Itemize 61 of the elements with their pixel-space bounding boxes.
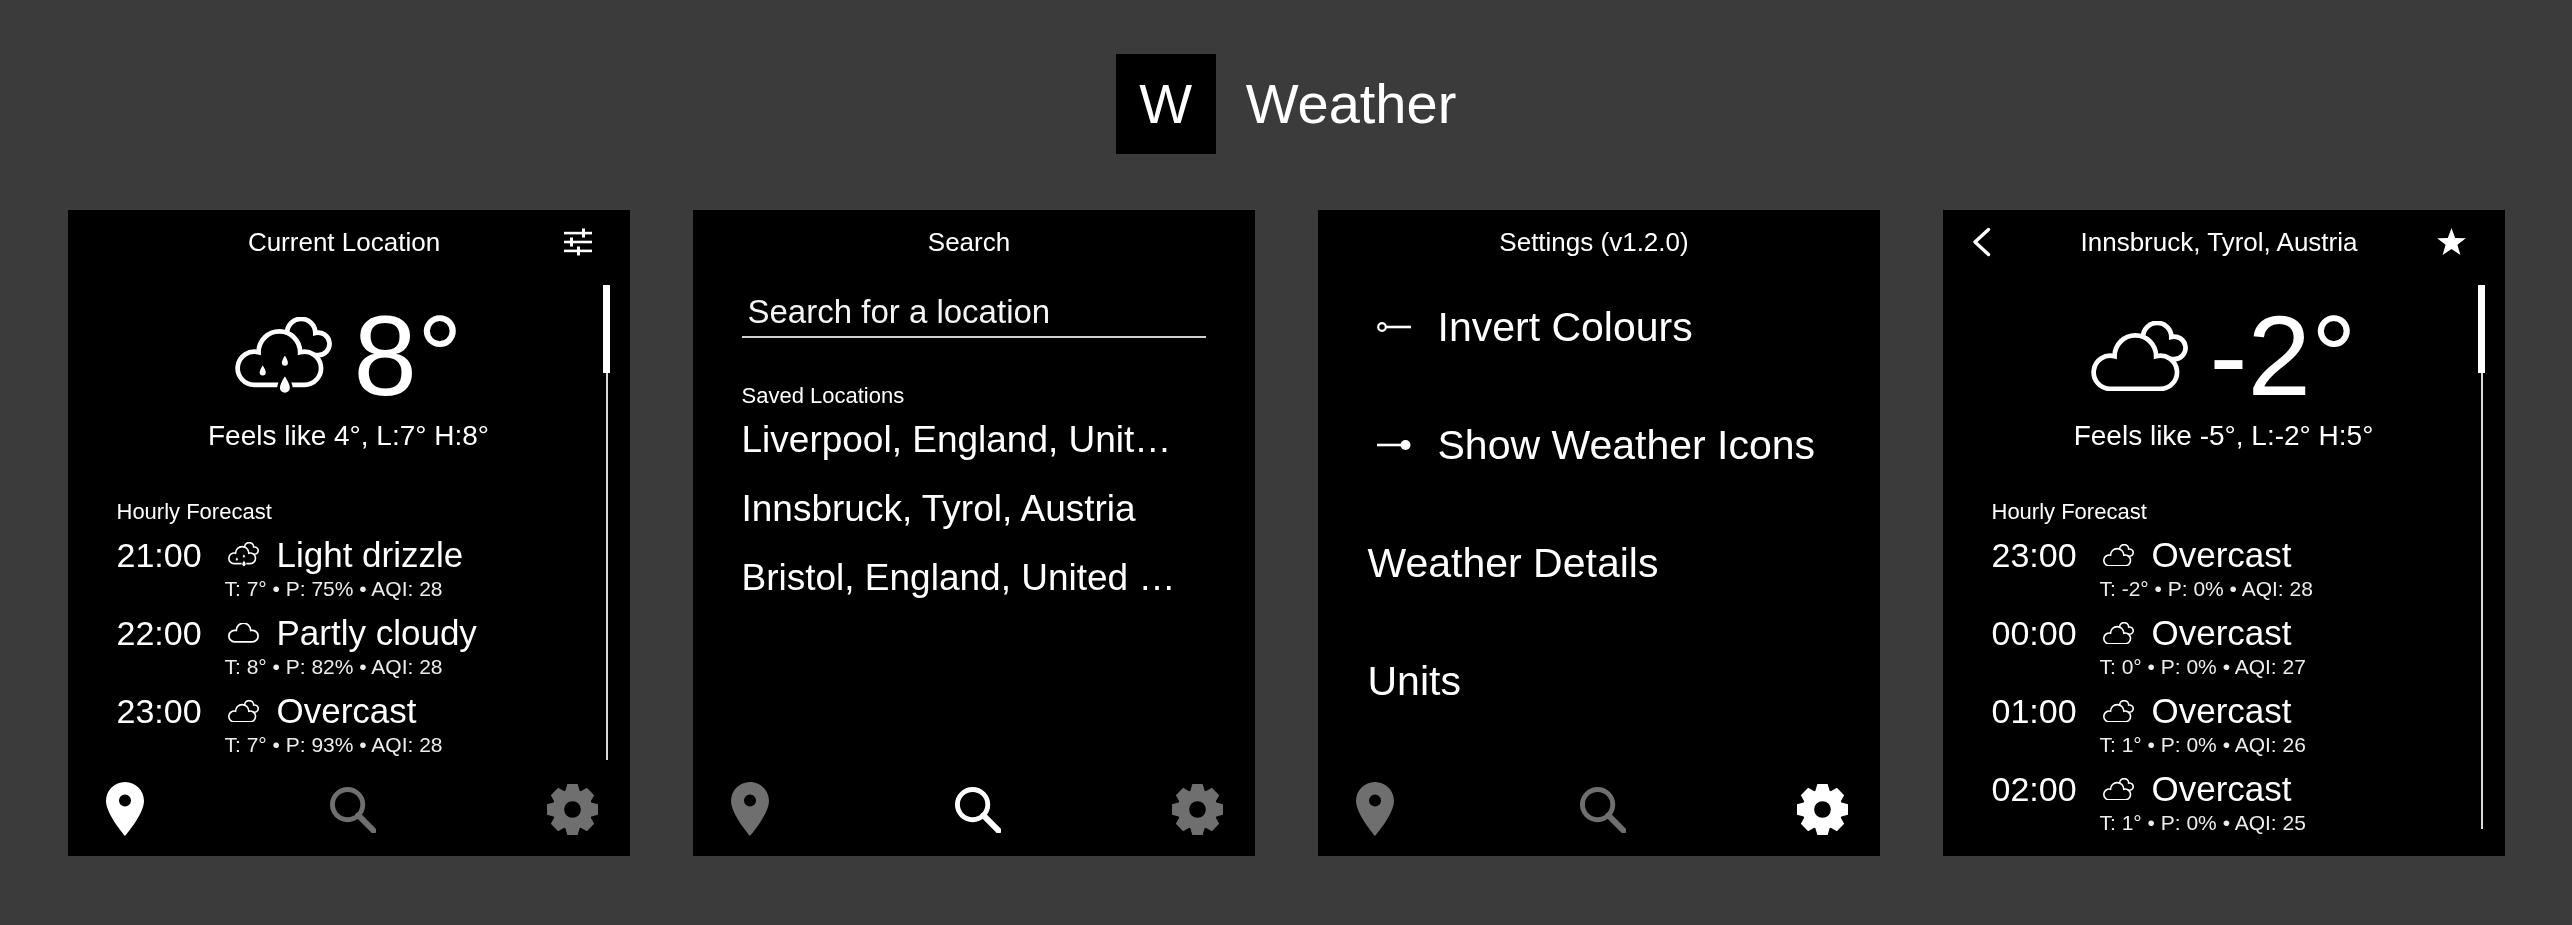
rain-cloud-icon [227,542,259,568]
saved-location[interactable]: Innsbruck, Tyrol, Austria [741,486,1136,532]
clouds-icon [2090,320,2188,392]
sliders-icon[interactable] [563,228,592,256]
cloud-icon [227,623,259,643]
location-pin-icon[interactable] [105,782,144,836]
forecast-details: T: 0° • P: 0% • AQI: 27 [2099,655,2306,679]
app-logo: W [1115,54,1216,154]
clouds-icon [2102,621,2134,645]
forecast-time: 00:00 [1991,613,2077,653]
forecast-details: T: 1° • P: 0% • AQI: 25 [2099,811,2306,835]
switch-icon[interactable] [1376,320,1411,334]
scrollbar-thumb[interactable] [2477,285,2485,373]
feels-like-text: Feels like 4°, L:7° H:8° [207,419,489,453]
forecast-condition: Light drizzle [276,535,464,575]
app-title: Weather [1245,72,1457,136]
forecast-details: T: 7° • P: 93% • AQI: 28 [224,733,443,757]
screen-title: Settings (v1.2.0) [1499,226,1689,258]
screen-title: Innsbruck, Tyrol, Austria [2080,226,2358,258]
clouds-icon [2102,777,2134,801]
forecast-details: T: 8° • P: 82% • AQI: 28 [224,655,443,679]
temperature: -2° [2209,299,2357,413]
forecast-time: 01:00 [1991,691,2077,731]
switch-icon[interactable] [1376,438,1411,452]
section-heading: Saved Locations [741,382,905,410]
clouds-icon [2102,543,2134,567]
setting-toggle[interactable]: Show Weather Icons [1367,417,1816,473]
settings-link[interactable]: Units [1367,653,1461,709]
rain-cloud-icon [234,316,332,396]
forecast-time: 23:00 [1991,535,2077,575]
forecast-condition: Overcast [2151,535,2292,575]
clouds-icon [227,699,259,723]
forecast-condition: Overcast [2151,769,2292,809]
forecast-details: T: 1° • P: 0% • AQI: 26 [2099,733,2306,757]
forecast-time: 22:00 [116,613,202,653]
scrollbar-thumb[interactable] [602,285,610,373]
screen-title: Search [927,226,1011,258]
forecast-time: 02:00 [1991,769,2077,809]
search-field[interactable]: Search for a location [741,292,1206,338]
forecast-condition: Partly cloudy [276,613,477,653]
settings-icon[interactable] [1795,782,1849,836]
setting-toggle[interactable]: Invert Colours [1367,299,1693,355]
forecast-condition: Overcast [276,691,417,731]
section-heading: Hourly Forecast [116,498,272,526]
forecast-condition: Overcast [2151,691,2292,731]
forecast-time: 23:00 [116,691,202,731]
section-heading: Hourly Forecast [1991,498,2147,526]
forecast-details: T: 7° • P: 75% • AQI: 28 [224,577,443,601]
forecast-time: 21:00 [116,535,202,575]
saved-location[interactable]: Bristol, England, United … [741,555,1176,601]
feels-like-text: Feels like -5°, L:-2° H:5° [2073,419,2374,453]
search-icon[interactable] [953,785,1001,833]
back-icon[interactable] [1971,227,1991,257]
forecast-condition: Overcast [2151,613,2292,653]
temperature: 8° [353,299,463,413]
star-icon[interactable] [2435,227,2467,257]
saved-location[interactable]: Liverpool, England, Unit… [741,417,1172,463]
screen-title: Current Location [247,226,441,258]
clouds-icon [2102,699,2134,723]
settings-link[interactable]: Weather Details [1367,535,1659,591]
forecast-details: T: -2° • P: 0% • AQI: 28 [2099,577,2313,601]
